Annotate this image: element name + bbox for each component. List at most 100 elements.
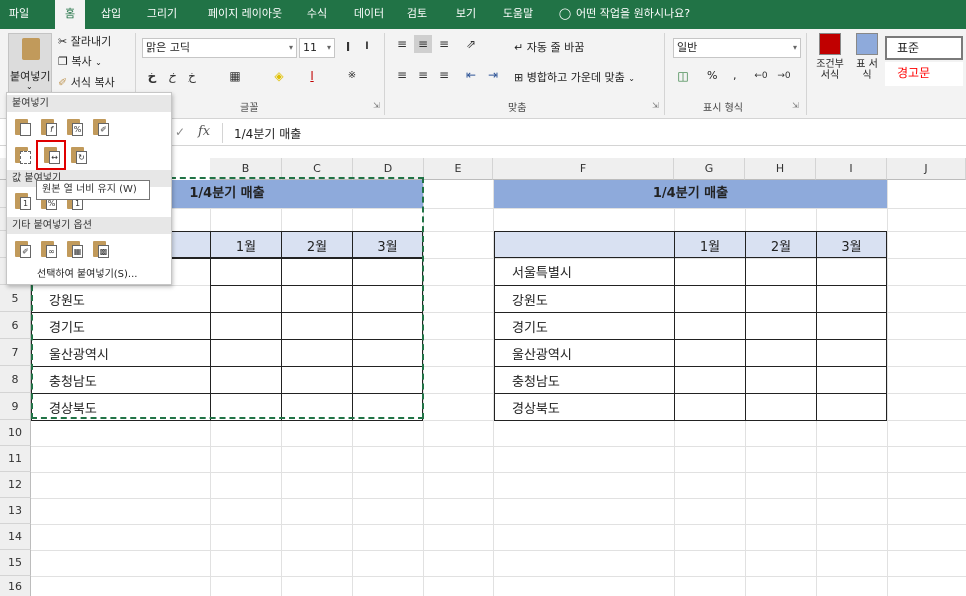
right-region: 울산광역시 — [512, 348, 572, 363]
tab-home[interactable]: 홈 — [55, 0, 85, 30]
right-region: 경기도 — [512, 321, 548, 336]
style-normal[interactable]: 표준 — [885, 36, 963, 60]
column-header-j[interactable]: J — [887, 158, 966, 180]
formula-input[interactable]: 1/4분기 매출 — [234, 125, 301, 142]
phonetic-icon[interactable]: ※ — [343, 67, 361, 85]
paste-linked-picture-icon[interactable]: ▩ — [91, 239, 111, 259]
row-header-6[interactable]: 6 — [0, 312, 31, 339]
paste-no-borders-icon[interactable] — [13, 145, 33, 165]
paste-special-menu-item[interactable]: 선택하여 붙여넣기(S)... — [37, 265, 137, 280]
tab-review[interactable]: 검토 — [402, 0, 432, 29]
number-format-dropdown[interactable]: 일반 ▾ — [673, 38, 801, 58]
cancel-icon[interactable]: ✓ — [175, 125, 185, 139]
tab-help[interactable]: 도움말 — [496, 0, 540, 29]
tab-draw[interactable]: 그리기 — [140, 0, 184, 29]
font-size-dropdown[interactable]: 11 ▾ — [299, 38, 335, 58]
dialog-launcher-icon[interactable]: ⇲ — [652, 101, 659, 110]
paste-formulas-icon[interactable]: f — [39, 117, 59, 137]
row-header-10[interactable]: 10 — [0, 420, 31, 446]
paste-link-icon[interactable]: ∞ — [39, 239, 59, 259]
paste-values-icon[interactable]: 1 — [13, 191, 33, 211]
bold-icon[interactable]: خ — [143, 67, 161, 85]
paste-icon[interactable] — [13, 117, 33, 137]
gridline — [31, 550, 966, 551]
column-header-h[interactable]: H — [745, 158, 816, 180]
align-right-icon[interactable]: ≡ — [435, 66, 453, 84]
increase-font-icon[interactable]: ا — [339, 38, 357, 56]
increase-indent-icon[interactable]: ⇥ — [484, 66, 502, 84]
align-middle-icon[interactable]: ≡ — [414, 35, 432, 53]
alignment-group-label: 맞춤 — [508, 103, 527, 114]
tab-page-layout[interactable]: 페이지 레이아웃 — [197, 0, 293, 29]
tell-me-box[interactable]: ◯ 어떤 작업을 원하시나요? — [558, 0, 690, 29]
tab-insert[interactable]: 삽입 — [94, 0, 128, 29]
format-as-table-button[interactable]: 표 서식 — [852, 33, 882, 89]
row-header-9[interactable]: 9 — [0, 393, 31, 420]
row-header-16[interactable]: 16 — [0, 576, 31, 596]
column-header-f[interactable]: F — [493, 158, 674, 180]
accounting-icon[interactable]: ◫ — [674, 67, 692, 85]
right-region: 충청남도 — [512, 375, 560, 390]
italic-icon[interactable]: خ — [163, 67, 181, 85]
column-header-e[interactable]: E — [424, 158, 493, 180]
font-name-dropdown[interactable]: 맑은 고딕 ▾ — [142, 38, 297, 58]
decrease-decimal-icon[interactable]: →0 — [775, 67, 793, 85]
row-header-14[interactable]: 14 — [0, 524, 31, 550]
align-left-icon[interactable]: ≡ — [393, 66, 411, 84]
borders-icon[interactable]: ▦ — [226, 67, 244, 85]
percent-button[interactable]: % — [707, 69, 717, 82]
row-header-13[interactable]: 13 — [0, 498, 31, 524]
style-warning-text[interactable]: 경고문 — [885, 62, 963, 86]
right-table-title[interactable]: 1/4분기 매출 — [494, 180, 887, 208]
number-format-value: 일반 — [677, 41, 698, 54]
decrease-font-icon[interactable]: ا — [358, 38, 376, 56]
paste-transpose-icon[interactable]: ↻ — [69, 145, 89, 165]
gridline — [31, 472, 966, 473]
increase-decimal-icon[interactable]: ←0 — [752, 67, 770, 85]
paste-formulas-number-format-icon[interactable]: % — [65, 117, 85, 137]
row-header-7[interactable]: 7 — [0, 339, 31, 366]
insert-function-icon[interactable]: fx — [198, 124, 210, 139]
paste-formatting-icon[interactable]: ✐ — [13, 239, 33, 259]
font-color-icon[interactable]: ا — [303, 67, 321, 85]
orientation-icon[interactable]: ⇗ — [462, 35, 480, 53]
underline-icon[interactable]: خ — [183, 67, 201, 85]
lightbulb-icon: ◯ — [558, 7, 572, 20]
format-painter-button[interactable]: ✐ 서식 복사 — [58, 74, 115, 90]
column-header-g[interactable]: G — [674, 158, 745, 180]
dialog-launcher-icon[interactable]: ⇲ — [792, 101, 799, 110]
align-bottom-icon[interactable]: ≡ — [435, 35, 453, 53]
paste-keep-source-format-icon[interactable]: ✐ — [91, 117, 111, 137]
tooltip: 원본 열 너비 유지 (W) — [36, 180, 150, 200]
tab-file[interactable]: 파일 — [0, 0, 38, 29]
dialog-launcher-icon[interactable]: ⇲ — [373, 101, 380, 110]
align-top-icon[interactable]: ≡ — [393, 35, 411, 53]
decrease-indent-icon[interactable]: ⇤ — [462, 66, 480, 84]
row-header-11[interactable]: 11 — [0, 446, 31, 472]
row-header-12[interactable]: 12 — [0, 472, 31, 498]
column-header-i[interactable]: I — [816, 158, 887, 180]
row-header-5[interactable]: 5 — [0, 285, 31, 312]
copy-icon: ❐ — [58, 55, 68, 68]
row-header-8[interactable]: 8 — [0, 366, 31, 393]
tab-formulas[interactable]: 수식 — [302, 0, 332, 29]
tab-data[interactable]: 데이터 — [347, 0, 391, 29]
row-header-15[interactable]: 15 — [0, 550, 31, 576]
merge-center-button[interactable]: ⊞ 병합하고 가운데 맞춤 ⌄ — [514, 69, 635, 85]
conditional-format-button[interactable]: 조건부 서식 — [812, 33, 848, 89]
cut-button[interactable]: ✂ 잘라내기 — [58, 33, 111, 49]
tab-view[interactable]: 보기 — [451, 0, 481, 29]
right-month-2: 2월 — [770, 240, 792, 255]
chevron-down-icon: ⌄ — [95, 58, 102, 67]
comma-button[interactable]: , — [733, 69, 737, 82]
align-center-icon[interactable]: ≡ — [414, 66, 432, 84]
paste-picture-icon[interactable]: ▦ — [65, 239, 85, 259]
paste-button[interactable]: 붙여넣기 ⌄ — [8, 33, 52, 93]
gridline — [887, 180, 888, 596]
copy-label: 복사 — [71, 55, 92, 68]
fill-color-icon[interactable]: ◈ — [270, 67, 288, 85]
right-month-1: 1월 — [699, 240, 721, 255]
wrap-text-button[interactable]: ↵ 자동 줄 바꿈 — [514, 39, 584, 55]
right-month-3: 3월 — [841, 240, 862, 255]
copy-button[interactable]: ❐ 복사 ⌄ — [58, 53, 102, 69]
